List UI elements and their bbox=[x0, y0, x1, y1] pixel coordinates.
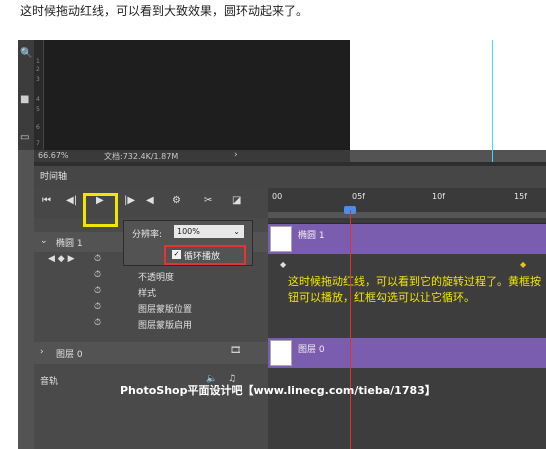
layer-name: 椭圆 1 bbox=[56, 239, 83, 249]
clip-label: 图层 0 bbox=[298, 345, 325, 355]
film-icon[interactable]: 🎞 bbox=[230, 346, 241, 356]
chevron-down-icon[interactable]: ⌄ bbox=[40, 236, 48, 246]
timeline-settings-popup: 分辨率: 100% ⌄ ✓ 循环播放 bbox=[123, 220, 253, 266]
pasteboard bbox=[350, 40, 546, 150]
zoom-level[interactable]: 66.67% bbox=[38, 151, 69, 160]
time-tick: 15f bbox=[514, 192, 527, 201]
tool-strip: 🔍 ■ ▭ bbox=[18, 40, 34, 150]
status-bar: 66.67% 文档:732.4K/1.87M › bbox=[34, 150, 350, 162]
timeline-area[interactable]: 00 05f 10f 15f 椭圆 1 ◆ ◆ 图层 0 这时候拖动红线，可以看… bbox=[268, 188, 546, 449]
keyframe-diamond-icon[interactable]: ◆ bbox=[520, 260, 526, 269]
time-ruler[interactable]: 00 05f 10f 15f bbox=[268, 188, 546, 224]
stopwatch-icon[interactable]: ⏱ bbox=[94, 302, 101, 312]
next-frame-icon[interactable]: |▶ bbox=[124, 195, 135, 206]
property-row: ⏱ 样式 bbox=[34, 286, 268, 300]
audio-track-label: 音轨 bbox=[40, 377, 59, 387]
playback-toolbar: ⏮ ◀| ▶ |▶ ◀ ⚙ ✂ ◪ bbox=[34, 188, 268, 218]
status-menu-arrow-icon[interactable]: › bbox=[234, 150, 238, 160]
layer-name: 图层 0 bbox=[56, 350, 83, 360]
transition-icon[interactable]: ◪ bbox=[232, 195, 241, 206]
loop-label: 循环播放 bbox=[184, 252, 221, 262]
time-tick: 00 bbox=[272, 192, 283, 201]
foreground-color-icon[interactable]: ■ bbox=[20, 94, 29, 105]
stopwatch-icon[interactable]: ⏱ bbox=[94, 254, 101, 264]
screen-mode-icon[interactable]: ▭ bbox=[20, 132, 29, 143]
property-label: 样式 bbox=[138, 289, 157, 299]
timeline-tab-bar: 时间轴 bbox=[34, 162, 546, 188]
resolution-value: 100% bbox=[177, 227, 200, 236]
audio-toggle-icon[interactable]: ◀ bbox=[146, 195, 154, 206]
vertical-ruler: 1 2 3 4 5 6 7 bbox=[34, 40, 44, 150]
play-button-highlight bbox=[83, 193, 118, 227]
clip-thumbnail bbox=[270, 226, 292, 252]
ruler-mark: 3 bbox=[36, 76, 40, 83]
tab-timeline[interactable]: 时间轴 bbox=[40, 169, 67, 182]
prev-frame-icon[interactable]: ◀| bbox=[66, 195, 77, 206]
stopwatch-icon[interactable]: ⏱ bbox=[94, 270, 101, 280]
document-size: 文档:732.4K/1.87M bbox=[104, 152, 179, 161]
loop-highlight: ✓ 循环播放 bbox=[164, 245, 246, 265]
ruler-mark: 1 bbox=[36, 58, 40, 65]
property-row: ⏱ 图层蒙版位置 bbox=[34, 302, 268, 316]
loop-checkbox[interactable]: ✓ bbox=[172, 250, 181, 259]
time-tick: 05f bbox=[352, 192, 365, 201]
property-label: 图层蒙版启用 bbox=[138, 321, 193, 331]
caption-text: 这时候拖动红线，可以看到大致效果，圆环动起来了。 bbox=[20, 4, 309, 18]
document-canvas[interactable] bbox=[44, 40, 350, 150]
ruler-mark: 5 bbox=[36, 106, 40, 113]
keyframe-nav-icon[interactable]: ◀ ◆ ▶ bbox=[48, 254, 75, 264]
settings-gear-icon[interactable]: ⚙ bbox=[172, 195, 181, 206]
clip-label: 椭圆 1 bbox=[298, 231, 325, 241]
clip-thumbnail bbox=[270, 340, 292, 366]
stopwatch-icon[interactable]: ⏱ bbox=[94, 286, 101, 296]
work-area-bar[interactable] bbox=[268, 212, 546, 218]
zoom-tool-icon[interactable]: 🔍 bbox=[20, 48, 32, 59]
clip-layer0[interactable]: 图层 0 bbox=[268, 338, 546, 368]
property-label: 不透明度 bbox=[138, 273, 175, 283]
resolution-select[interactable]: 100% ⌄ bbox=[174, 225, 244, 238]
property-row: ⏱ 图层蒙版启用 bbox=[34, 318, 268, 332]
clip-ellipse[interactable]: 椭圆 1 bbox=[268, 224, 546, 254]
property-row: ⏱ 不透明度 bbox=[34, 270, 268, 284]
watermark: PhotoShop平面设计吧【www.linecg.com/tieba/1783… bbox=[120, 384, 436, 397]
chevron-right-icon[interactable]: › bbox=[40, 347, 44, 357]
stopwatch-icon[interactable]: ⏱ bbox=[94, 318, 101, 328]
time-tick: 10f bbox=[432, 192, 445, 201]
ruler-mark: 2 bbox=[36, 66, 40, 73]
layer-row-layer0[interactable]: › 图层 0 🎞 bbox=[34, 342, 268, 364]
resolution-label: 分辨率: bbox=[132, 230, 163, 240]
playhead-line[interactable] bbox=[350, 210, 351, 449]
property-label: 图层蒙版位置 bbox=[138, 305, 193, 315]
ruler-mark: 4 bbox=[36, 96, 40, 103]
split-scissors-icon[interactable]: ✂ bbox=[204, 195, 212, 206]
keyframe-diamond-icon[interactable]: ◆ bbox=[280, 260, 286, 269]
ruler-mark: 6 bbox=[36, 124, 40, 131]
chevron-down-icon: ⌄ bbox=[233, 227, 240, 236]
first-frame-icon[interactable]: ⏮ bbox=[42, 195, 51, 206]
ruler-mark: 7 bbox=[36, 140, 40, 147]
guide-line[interactable] bbox=[492, 40, 493, 162]
annotation-text: 这时候拖动红线，可以看到它的旋转过程了。黄框按钮可以播放，红框勾选可以让它循环。 bbox=[288, 275, 541, 304]
